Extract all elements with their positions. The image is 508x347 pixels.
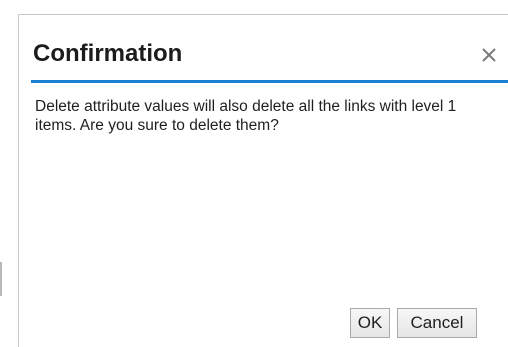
dialog-title: Confirmation: [33, 40, 183, 67]
close-button[interactable]: [477, 43, 501, 67]
cancel-button[interactable]: Cancel: [397, 308, 477, 338]
dialog-message: Delete attribute values will also delete…: [35, 98, 457, 134]
dialog-header: Confirmation: [31, 15, 508, 83]
confirmation-dialog: Confirmation Delete attribute values wil…: [18, 14, 508, 347]
ok-button[interactable]: OK: [350, 308, 390, 338]
close-icon: [482, 48, 496, 62]
background-edge: [0, 262, 2, 296]
